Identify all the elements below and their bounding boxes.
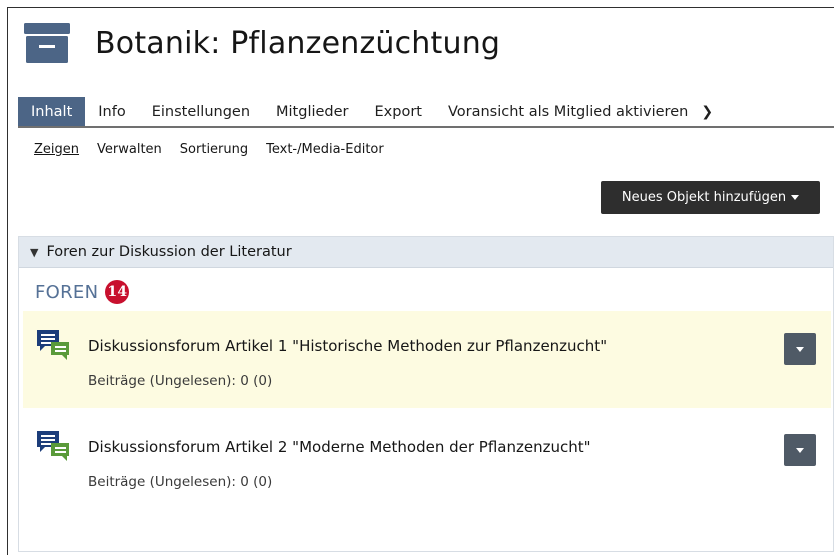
list-item[interactable]: Diskussionsforum Artikel 1 "Historische …: [23, 311, 831, 408]
subtab-zeigen[interactable]: Zeigen: [34, 142, 79, 157]
block-header-label: Foren zur Diskussion der Literatur: [46, 244, 292, 260]
content-block: ▼ Foren zur Diskussion der Literatur FOR…: [18, 236, 834, 552]
forum-title-link[interactable]: Diskussionsforum Artikel 2 "Moderne Meth…: [88, 438, 591, 456]
item-actions-dropdown[interactable]: [784, 333, 816, 365]
add-new-object-button[interactable]: Neues Objekt hinzufügen: [601, 181, 820, 214]
forum-post-count: Beiträge (Ungelesen): 0 (0): [88, 474, 273, 490]
block-header[interactable]: ▼ Foren zur Diskussion der Literatur: [19, 237, 833, 268]
item-actions-dropdown[interactable]: [784, 434, 816, 466]
page-title: Botanik: Pflanzenzüchtung: [95, 25, 501, 61]
subtab-sortierung[interactable]: Sortierung: [180, 142, 248, 157]
forum-icon: [37, 431, 69, 461]
forum-post-count: Beiträge (Ungelesen): 0 (0): [88, 373, 273, 389]
forum-icon: [37, 330, 69, 360]
section-title: FOREN 14: [35, 280, 130, 304]
subtab-verwalten[interactable]: Verwalten: [97, 142, 162, 157]
tab-einstellungen[interactable]: Einstellungen: [139, 97, 263, 126]
caret-down-icon: [796, 346, 804, 352]
forum-title-link[interactable]: Diskussionsforum Artikel 1 "Historische …: [88, 337, 607, 355]
tab-voransicht[interactable]: Voransicht als Mitglied aktivieren: [435, 97, 701, 126]
list-item[interactable]: Diskussionsforum Artikel 2 "Moderne Meth…: [23, 412, 831, 509]
number-badge: 14: [105, 280, 130, 304]
page-header: Botanik: Pflanzenzüchtung: [24, 20, 500, 66]
section-title-label: FOREN: [35, 281, 99, 303]
triangle-down-icon: ▼: [30, 245, 39, 259]
caret-down-icon: [796, 447, 804, 453]
folder-box-icon: [24, 23, 70, 63]
add-new-object-label: Neues Objekt hinzufügen: [621, 190, 787, 205]
tab-info[interactable]: Info: [85, 97, 138, 126]
chevron-right-icon[interactable]: ❯: [701, 97, 726, 126]
tab-export[interactable]: Export: [362, 97, 435, 126]
tab-mitglieder[interactable]: Mitglieder: [263, 97, 362, 126]
main-tabs: Inhalt Info Einstellungen Mitglieder Exp…: [18, 97, 834, 128]
subtab-text-media-editor[interactable]: Text-/Media-Editor: [266, 142, 384, 157]
tab-inhalt[interactable]: Inhalt: [18, 97, 86, 126]
sub-tabs: Zeigen Verwalten Sortierung Text-/Media-…: [34, 142, 384, 157]
caret-down-icon: [791, 195, 800, 200]
